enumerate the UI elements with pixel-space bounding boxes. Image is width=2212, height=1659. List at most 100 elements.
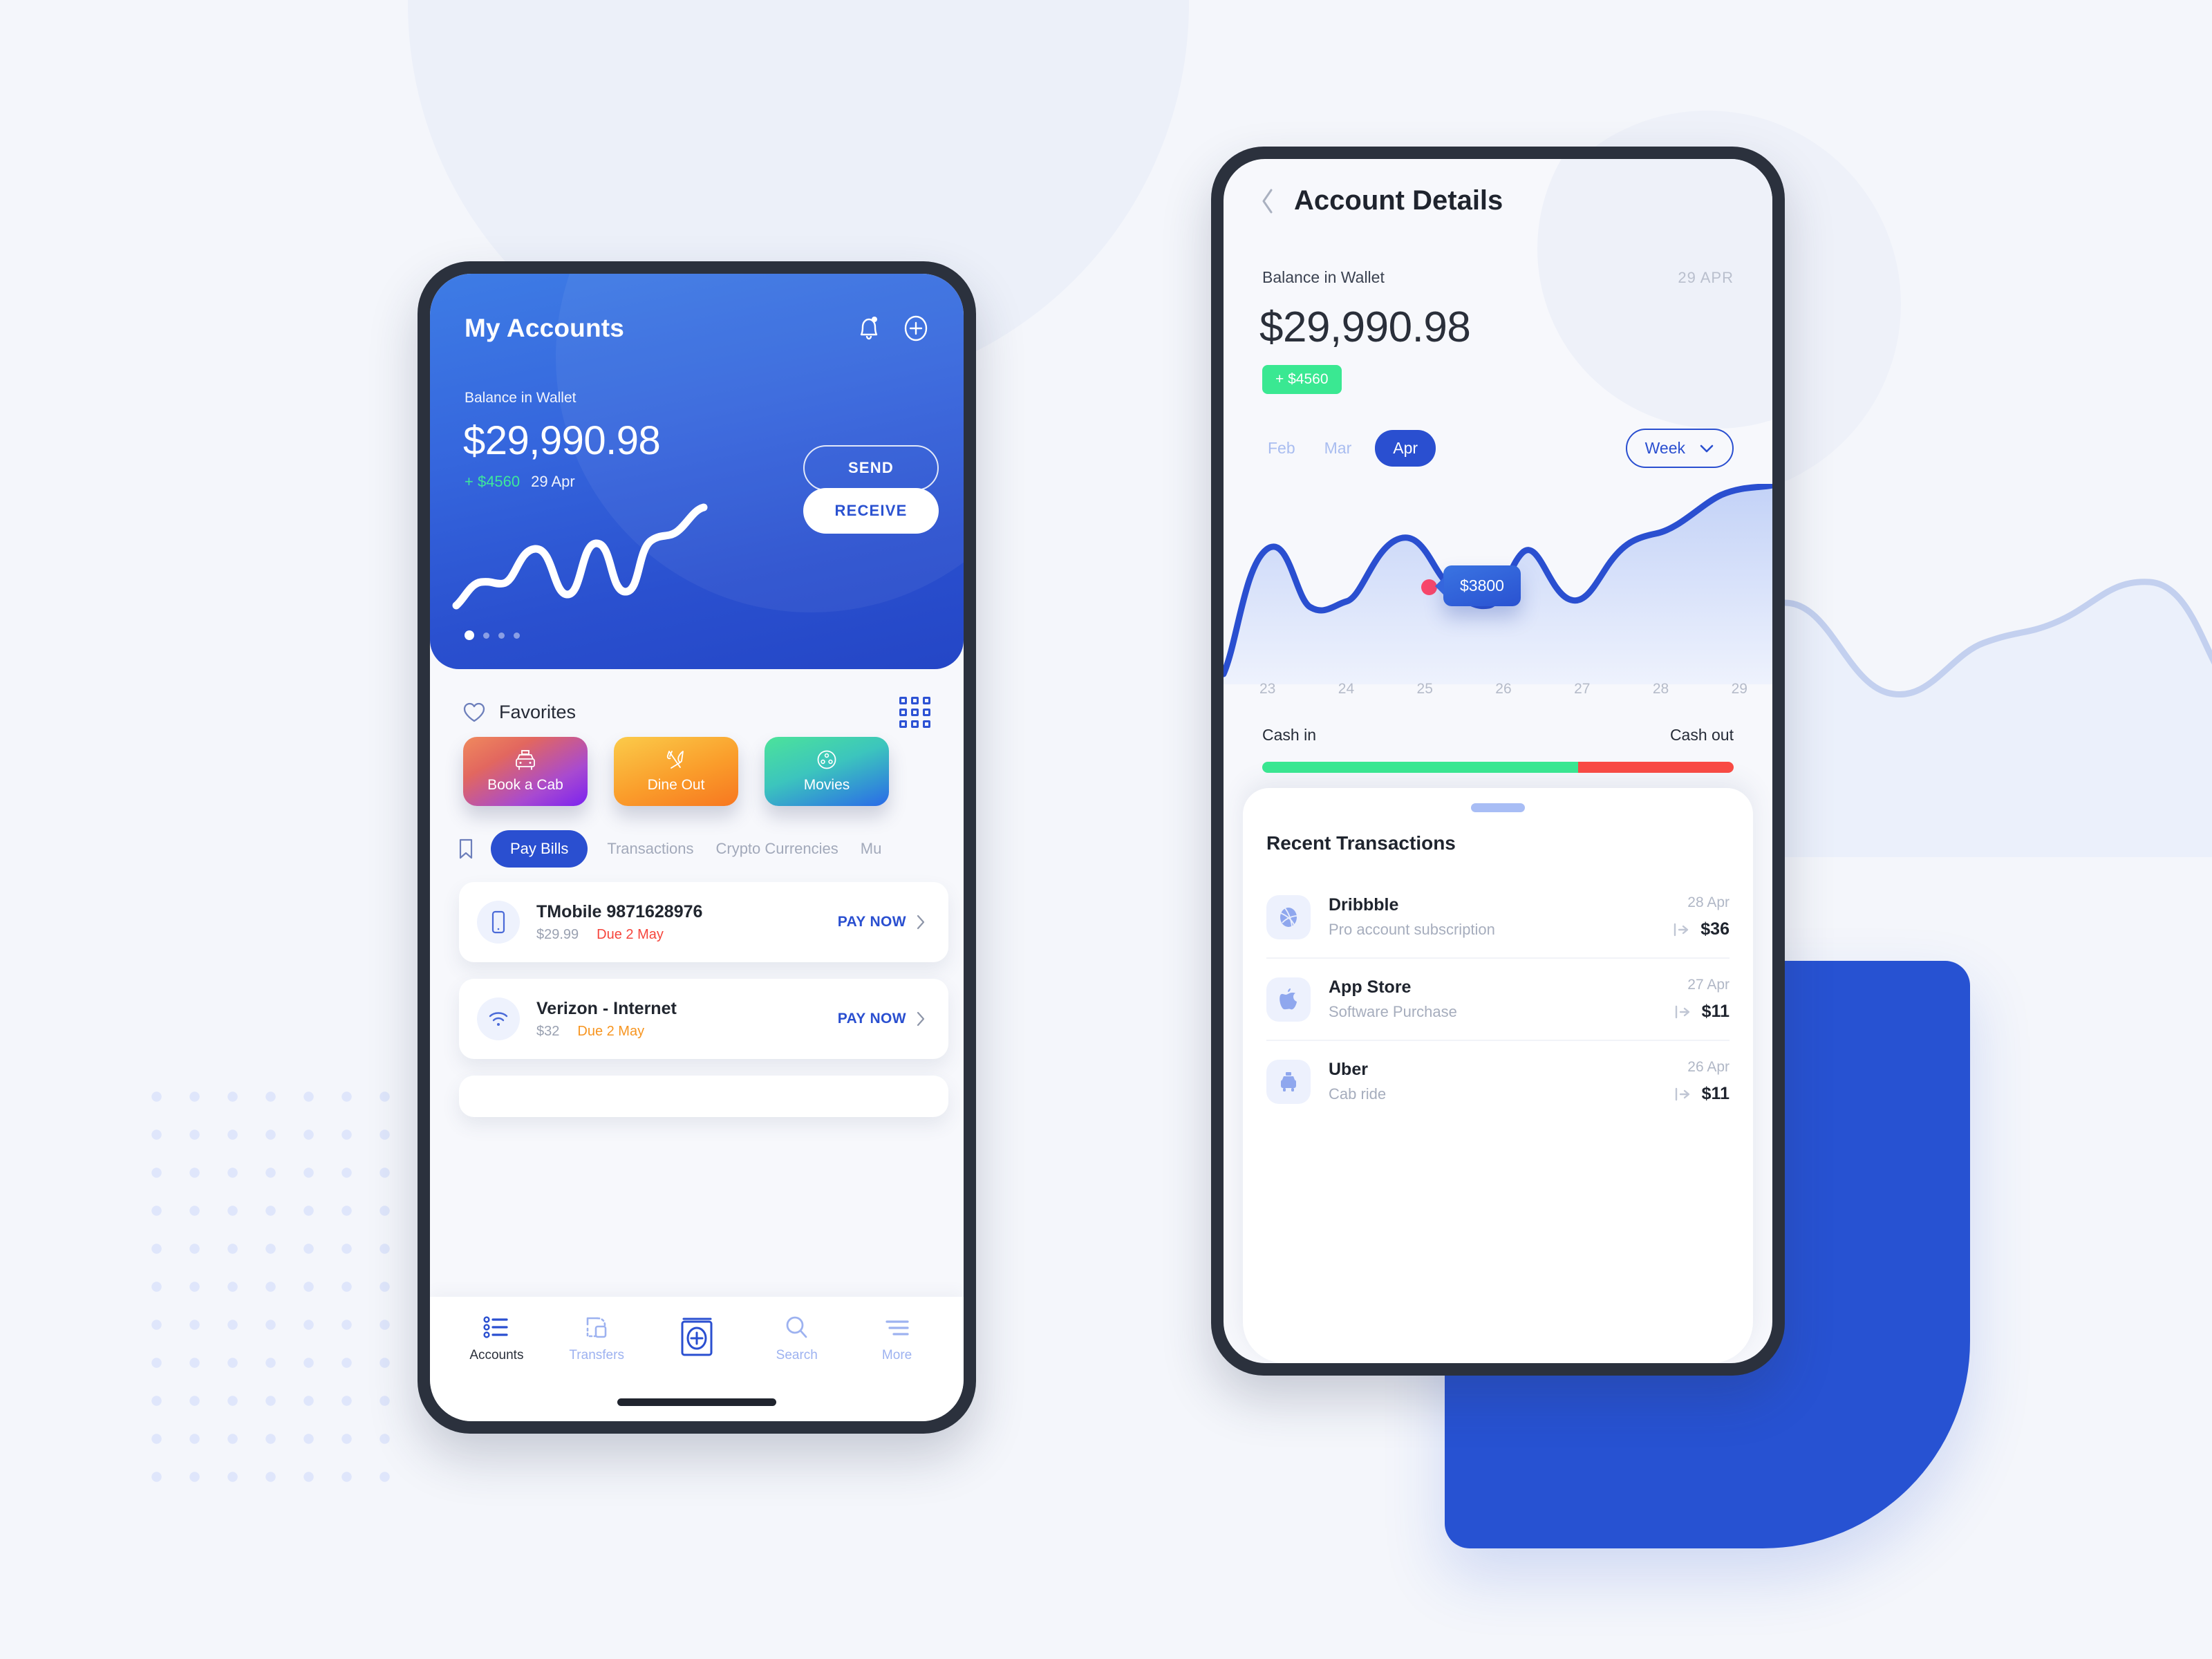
balance-row: Balance in Wallet 29 APR bbox=[1262, 268, 1734, 287]
accounts-header: My Accounts bbox=[465, 314, 929, 343]
nav-label-search: Search bbox=[776, 1348, 818, 1362]
transfer-icon bbox=[586, 1317, 607, 1338]
transaction-name: Dribbble bbox=[1329, 895, 1399, 915]
balance-label: Balance in Wallet bbox=[465, 390, 577, 406]
x-tick: 24 bbox=[1338, 681, 1355, 697]
background-dot-grid bbox=[135, 1075, 411, 1503]
transaction-date: 28 Apr bbox=[1687, 894, 1730, 910]
transaction-description: Pro account subscription bbox=[1329, 921, 1495, 938]
list-icon bbox=[483, 1316, 508, 1338]
tab-transactions[interactable]: Transactions bbox=[604, 840, 696, 858]
balance-delta-row: + $4560 29 Apr bbox=[465, 473, 575, 491]
bill-row-partial[interactable] bbox=[459, 1076, 948, 1117]
favorite-card-dine-out[interactable]: Dine Out bbox=[614, 737, 738, 806]
favorite-card-label: Movies bbox=[803, 777, 850, 793]
favorites-row: Book a Cab Dine Out Movies bbox=[463, 737, 889, 806]
chevron-left-icon[interactable] bbox=[1259, 187, 1276, 215]
sheet-drag-handle[interactable] bbox=[1471, 803, 1525, 812]
transaction-description: Software Purchase bbox=[1329, 1003, 1457, 1020]
month-tab-feb[interactable]: Feb bbox=[1262, 439, 1301, 458]
month-tab-mar[interactable]: Mar bbox=[1319, 439, 1358, 458]
range-selector[interactable]: Week bbox=[1625, 429, 1734, 468]
carousel-dot[interactable] bbox=[514, 632, 520, 639]
tab-crypto-currencies[interactable]: Crypto Currencies bbox=[713, 840, 841, 858]
favorite-card-label: Dine Out bbox=[647, 777, 705, 793]
send-button[interactable]: SEND bbox=[803, 445, 939, 491]
transaction-meta: 28 Apr $36 bbox=[1673, 894, 1730, 939]
transaction-row[interactable]: Dribbble Pro account subscription 28 Apr… bbox=[1266, 877, 1730, 959]
nav-item-transfers[interactable]: Transfers bbox=[555, 1315, 638, 1363]
bill-info: Verizon - Internet $32 Due 2 May bbox=[536, 999, 838, 1040]
account-details-screen: Account Details Balance in Wallet 29 APR… bbox=[1224, 159, 1772, 1363]
nav-item-accounts[interactable]: Accounts bbox=[455, 1315, 538, 1363]
favorite-card-movies[interactable]: Movies bbox=[765, 737, 889, 806]
transaction-name: App Store bbox=[1329, 977, 1412, 997]
balance-date: 29 APR bbox=[1678, 269, 1734, 286]
taxi-icon bbox=[1266, 1059, 1311, 1104]
book-plus-icon bbox=[681, 1318, 713, 1356]
bill-row[interactable]: TMobile 9871628976 $29.99 Due 2 May PAY … bbox=[459, 882, 948, 962]
carousel-dot[interactable] bbox=[498, 632, 505, 639]
nav-item-more[interactable]: More bbox=[856, 1315, 939, 1363]
carousel-dot-active[interactable] bbox=[465, 630, 474, 640]
transaction-row[interactable]: App Store Software Purchase 27 Apr $11 bbox=[1266, 959, 1730, 1041]
chart-x-axis: 23 24 25 26 27 28 29 bbox=[1259, 681, 1747, 697]
transaction-name: Uber bbox=[1329, 1060, 1368, 1079]
pay-now-label: PAY NOW bbox=[837, 1011, 906, 1027]
transaction-date: 27 Apr bbox=[1687, 977, 1730, 993]
cash-in-label: Cash in bbox=[1262, 726, 1316, 744]
header-actions bbox=[857, 315, 929, 342]
bill-name: TMobile 9871628976 bbox=[536, 901, 703, 921]
phone-account-details: Account Details Balance in Wallet 29 APR… bbox=[1211, 147, 1785, 1376]
balance-amount: $29,990.98 bbox=[463, 418, 661, 463]
bookmark-icon[interactable] bbox=[458, 838, 474, 859]
transaction-amount: $11 bbox=[1701, 1002, 1730, 1021]
transaction-row[interactable]: Uber Cab ride 26 Apr $11 bbox=[1266, 1041, 1730, 1122]
transaction-amount: $11 bbox=[1701, 1084, 1730, 1103]
transaction-info: App Store Software Purchase bbox=[1329, 977, 1674, 1021]
cash-out-segment bbox=[1577, 762, 1734, 773]
favorites-title-group: Favorites bbox=[463, 702, 576, 723]
favorites-header: Favorites bbox=[463, 697, 930, 728]
month-tab-apr[interactable]: Apr bbox=[1375, 430, 1436, 467]
receive-button[interactable]: RECEIVE bbox=[803, 488, 939, 534]
transaction-date: 26 Apr bbox=[1687, 1059, 1730, 1075]
balance-card: My Accounts Balance in Wallet $29,990.98 bbox=[430, 274, 964, 669]
balance-delta-date: 29 Apr bbox=[531, 473, 575, 490]
cash-out-label: Cash out bbox=[1669, 726, 1734, 744]
bill-due-date: Due 2 May bbox=[597, 926, 664, 942]
nav-label-more: More bbox=[881, 1348, 912, 1362]
recent-transactions-sheet: Recent Transactions Dribbble Pro account… bbox=[1243, 788, 1753, 1363]
smartphone-icon bbox=[477, 901, 520, 944]
balance-delta-badge: + $4560 bbox=[1262, 365, 1342, 394]
nav-item-add[interactable] bbox=[655, 1315, 738, 1358]
transaction-description: Cab ride bbox=[1329, 1085, 1387, 1103]
x-tick: 25 bbox=[1416, 681, 1433, 697]
balance-delta: + $4560 bbox=[465, 473, 521, 490]
bill-row[interactable]: Verizon - Internet $32 Due 2 May PAY NOW bbox=[459, 979, 948, 1059]
nav-item-search[interactable]: Search bbox=[756, 1315, 838, 1363]
x-tick: 23 bbox=[1259, 681, 1276, 697]
tab-pay-bills[interactable]: Pay Bills bbox=[491, 830, 588, 868]
cash-flow-bar bbox=[1262, 762, 1734, 773]
carousel-dots[interactable] bbox=[465, 630, 520, 640]
taxi-icon bbox=[516, 750, 535, 770]
tab-mutual-funds[interactable]: Mu bbox=[858, 840, 885, 858]
bill-name: Verizon - Internet bbox=[536, 998, 677, 1018]
pay-now-button[interactable]: PAY NOW bbox=[838, 1011, 926, 1027]
x-tick: 27 bbox=[1574, 681, 1591, 697]
favorite-card-label: Book a Cab bbox=[487, 777, 563, 793]
pay-now-button[interactable]: PAY NOW bbox=[838, 914, 926, 930]
period-filter: Feb Mar Apr Week bbox=[1262, 429, 1734, 468]
page-title: Account Details bbox=[1294, 185, 1503, 216]
grid-icon[interactable] bbox=[899, 697, 930, 728]
plus-circle-icon[interactable] bbox=[903, 315, 929, 342]
carousel-dot[interactable] bbox=[483, 632, 489, 639]
transaction-list: Dribbble Pro account subscription 28 Apr… bbox=[1266, 877, 1730, 1122]
balance-amount: $29,990.98 bbox=[1259, 303, 1471, 351]
bell-icon[interactable] bbox=[857, 315, 881, 341]
outgoing-arrow-icon bbox=[1674, 923, 1689, 936]
chevron-down-icon bbox=[1700, 444, 1714, 452]
transaction-meta: 26 Apr $11 bbox=[1674, 1059, 1730, 1104]
favorite-card-book-a-cab[interactable]: Book a Cab bbox=[463, 737, 588, 806]
